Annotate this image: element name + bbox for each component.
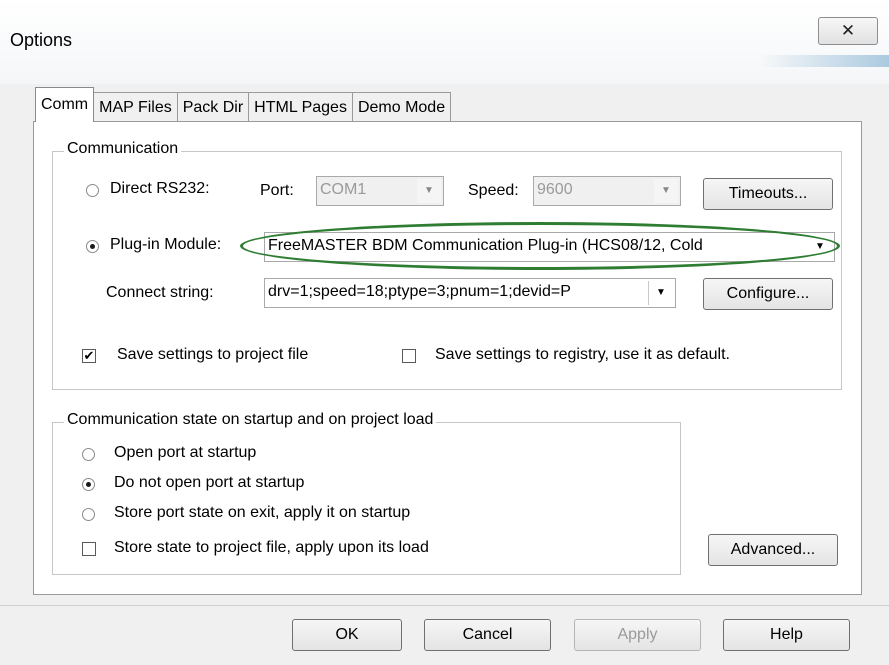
communication-legend: Communication bbox=[64, 140, 182, 158]
cancel-button[interactable]: Cancel bbox=[424, 619, 551, 651]
tab-comm[interactable]: Comm bbox=[35, 87, 95, 122]
titlebar-glow bbox=[760, 55, 889, 67]
help-button[interactable]: Help bbox=[723, 619, 850, 651]
tab-label: Pack Dir bbox=[182, 98, 244, 116]
chevron-down-icon: ▼ bbox=[808, 235, 832, 259]
save-registry-checkbox[interactable] bbox=[402, 349, 416, 363]
title-bar bbox=[0, 0, 889, 84]
apply-button[interactable]: Apply bbox=[574, 619, 701, 651]
window-title: Options bbox=[10, 30, 73, 50]
plugin-module-label: Plug-in Module: bbox=[110, 236, 222, 253]
direct-rs232-label: Direct RS232: bbox=[110, 180, 210, 197]
footer-divider bbox=[0, 605, 889, 606]
speed-label: Speed: bbox=[468, 182, 519, 199]
store-state-checkbox[interactable] bbox=[82, 542, 96, 556]
plugin-module-value: FreeMASTER BDM Communication Plug-in (HC… bbox=[268, 237, 703, 254]
connect-string-label: Connect string: bbox=[106, 284, 214, 301]
store-port-label: Store port state on exit, apply it on st… bbox=[114, 504, 411, 521]
ok-button[interactable]: OK bbox=[292, 619, 402, 651]
close-icon: ✕ bbox=[840, 21, 856, 40]
tab-label: MAP Files bbox=[99, 98, 172, 116]
store-port-radio[interactable] bbox=[82, 508, 95, 521]
tab-html-pages[interactable]: HTML Pages bbox=[248, 92, 353, 122]
chevron-down-icon: ▼ bbox=[654, 179, 678, 203]
open-port-label: Open port at startup bbox=[114, 444, 257, 461]
speed-value: 9600 bbox=[537, 181, 573, 198]
port-label: Port: bbox=[260, 182, 294, 199]
configure-button[interactable]: Configure... bbox=[703, 278, 833, 310]
tab-demo-mode[interactable]: Demo Mode bbox=[351, 92, 452, 122]
open-port-radio[interactable] bbox=[82, 448, 95, 461]
port-select[interactable]: COM1 ▼ bbox=[316, 176, 444, 206]
tab-strip: Comm MAP Files Pack Dir HTML Pages Demo … bbox=[35, 87, 452, 122]
do-not-open-label: Do not open port at startup bbox=[114, 474, 305, 491]
tab-label: Demo Mode bbox=[357, 98, 446, 116]
port-value: COM1 bbox=[320, 181, 367, 198]
radio-selected-dot bbox=[86, 482, 91, 487]
checkmark-icon: ✔ bbox=[83, 348, 95, 363]
startup-legend: Communication state on startup and on pr… bbox=[64, 411, 437, 429]
speed-select[interactable]: 9600 ▼ bbox=[533, 176, 681, 206]
timeouts-button[interactable]: Timeouts... bbox=[703, 178, 833, 210]
tab-label: HTML Pages bbox=[254, 98, 347, 116]
store-state-label: Store state to project file, apply upon … bbox=[114, 539, 429, 556]
plugin-module-select[interactable]: FreeMASTER BDM Communication Plug-in (HC… bbox=[264, 232, 835, 262]
connect-string-select[interactable]: drv=1;speed=18;ptype=3;pnum=1;devid=P ▼ bbox=[264, 278, 676, 308]
save-project-label: Save settings to project file bbox=[117, 346, 309, 363]
direct-rs232-radio[interactable] bbox=[86, 184, 99, 197]
advanced-button[interactable]: Advanced... bbox=[708, 534, 838, 566]
chevron-down-icon: ▼ bbox=[417, 179, 441, 203]
tab-map-files[interactable]: MAP Files bbox=[93, 92, 178, 122]
plugin-module-radio[interactable] bbox=[86, 240, 99, 253]
radio-selected-dot bbox=[90, 244, 95, 249]
save-registry-label: Save settings to registry, use it as def… bbox=[435, 346, 730, 363]
tab-pack-dir[interactable]: Pack Dir bbox=[176, 92, 250, 122]
do-not-open-radio[interactable] bbox=[82, 478, 95, 491]
close-button[interactable]: ✕ bbox=[818, 17, 878, 45]
connect-string-value: drv=1;speed=18;ptype=3;pnum=1;devid=P bbox=[268, 283, 571, 300]
tab-label: Comm bbox=[41, 96, 89, 113]
save-project-checkbox[interactable]: ✔ bbox=[82, 349, 96, 363]
chevron-down-icon: ▼ bbox=[648, 281, 673, 305]
